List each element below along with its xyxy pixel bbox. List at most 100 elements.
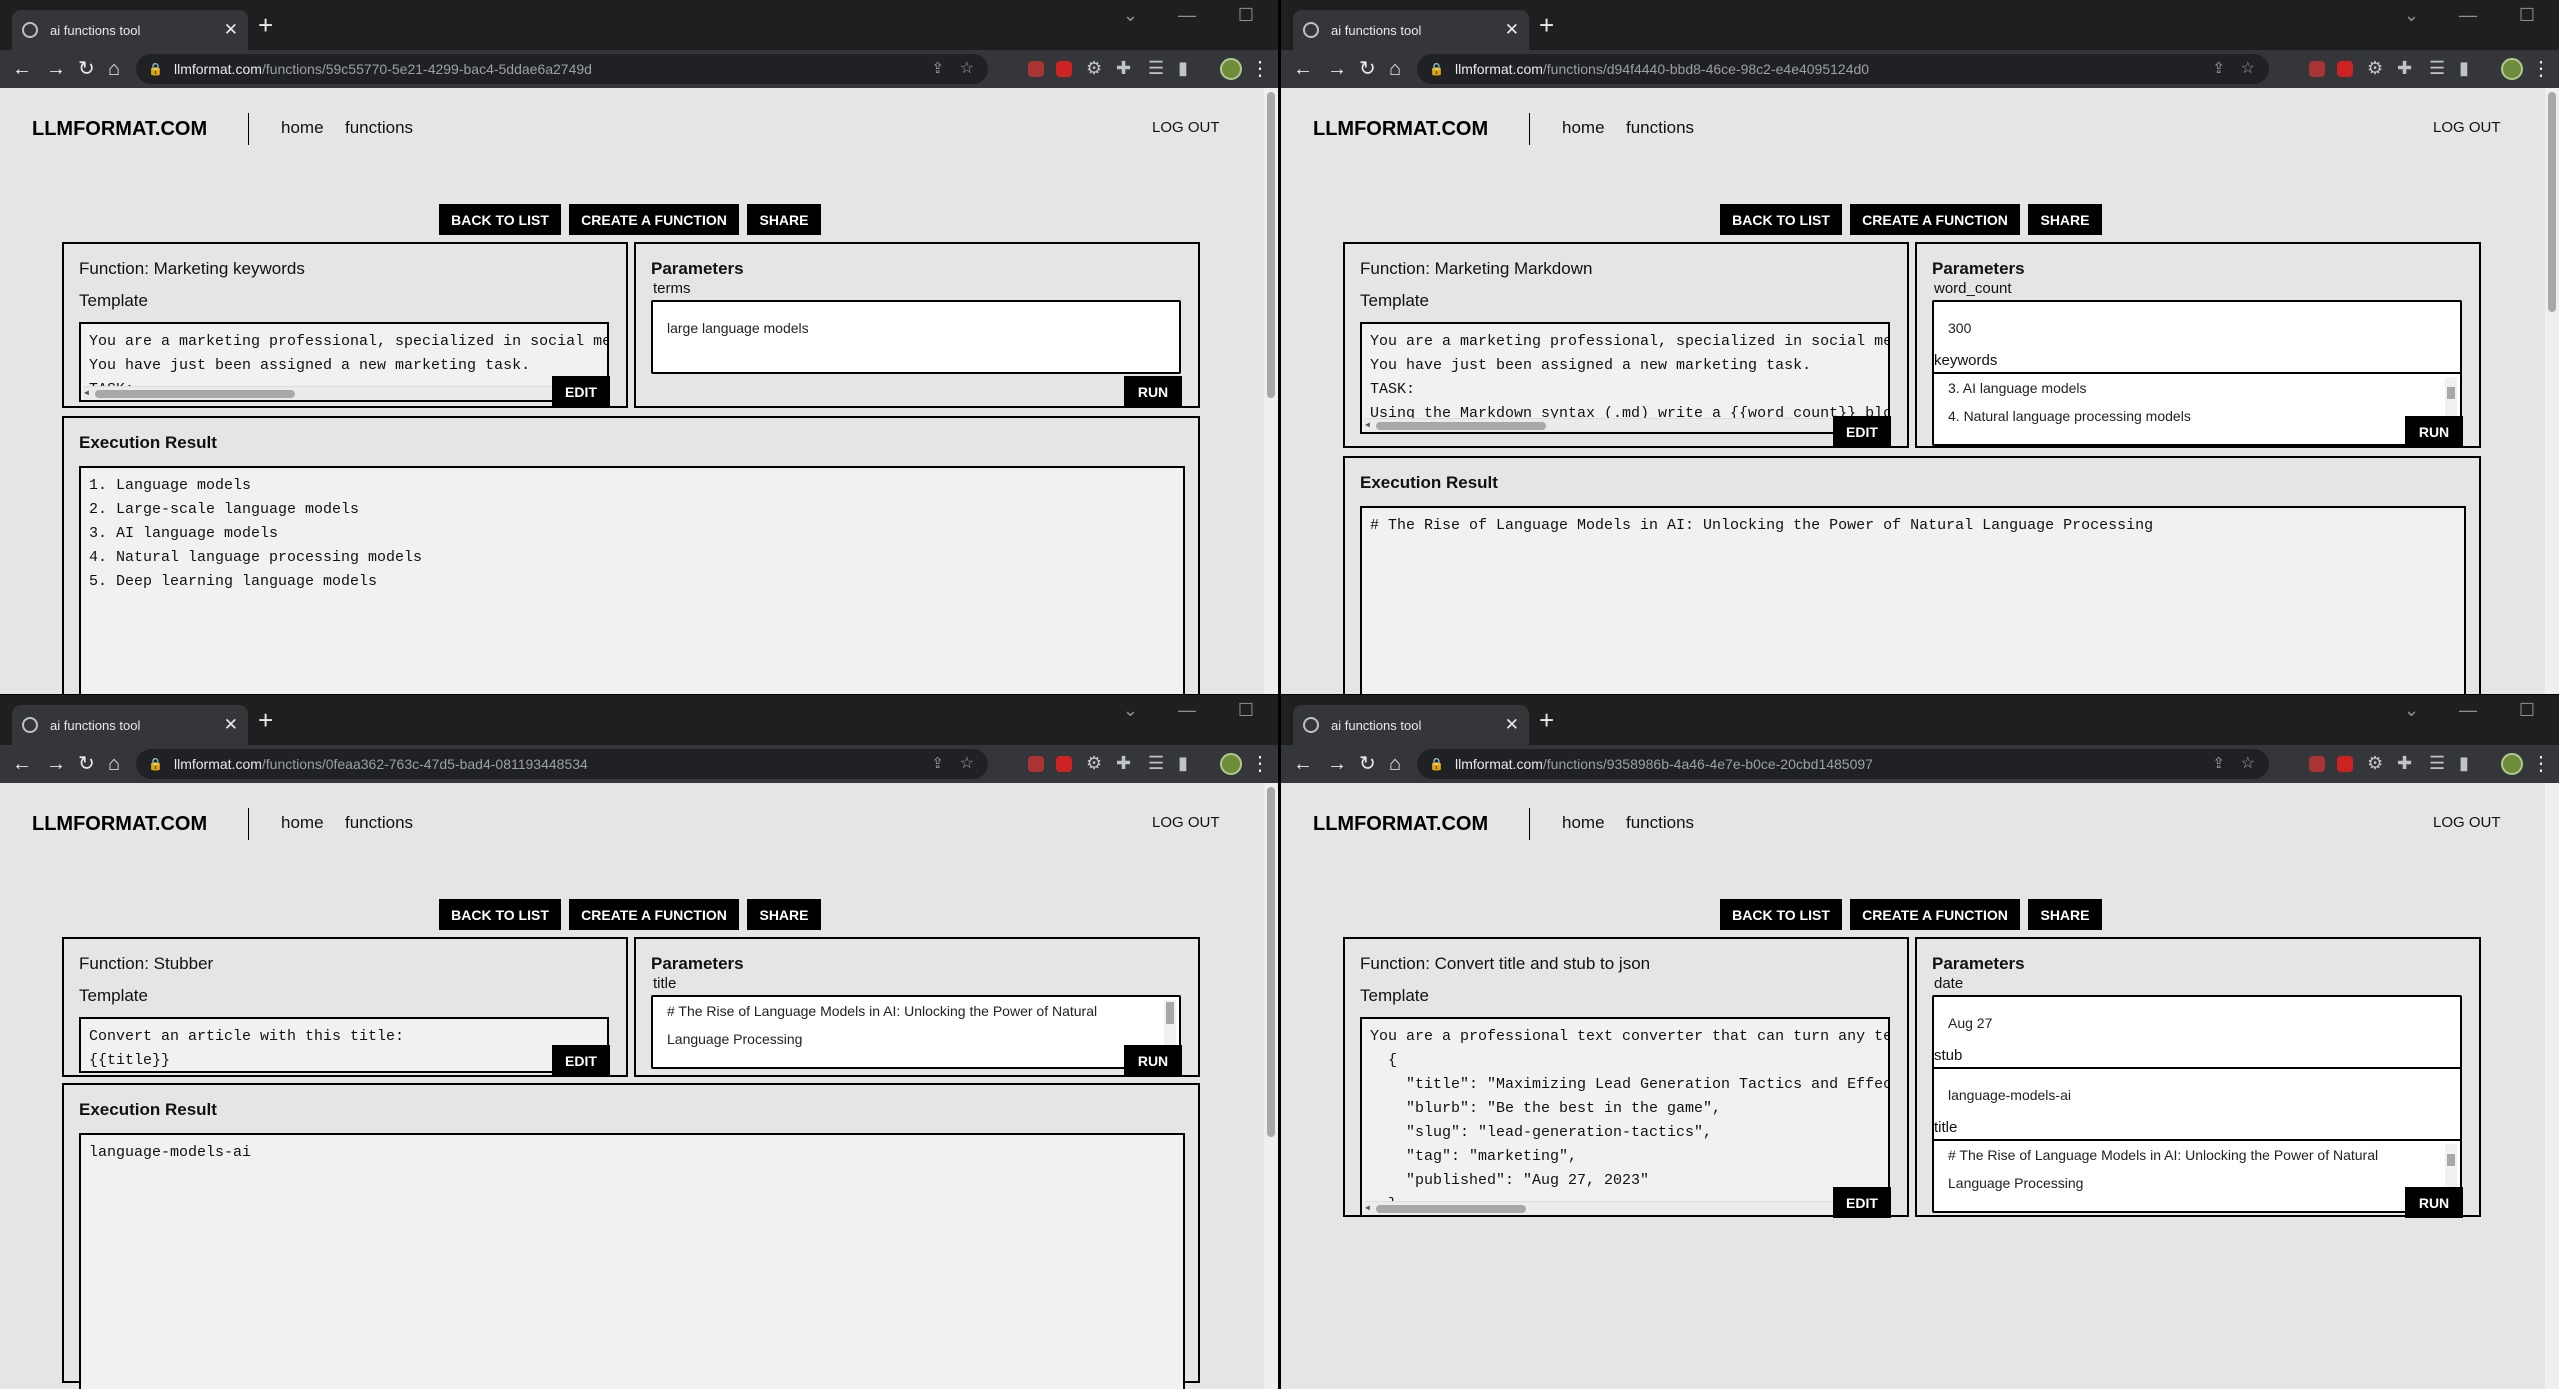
extension-record-icon[interactable] (2337, 61, 2353, 77)
close-tab-icon[interactable]: ✕ (1505, 715, 1519, 735)
logout-link[interactable]: LOG OUT (1152, 814, 1220, 831)
close-tab-icon[interactable]: ✕ (224, 715, 238, 735)
arrow-left-icon[interactable]: ← (1293, 751, 1313, 777)
share-button[interactable]: SHARE (2028, 204, 2102, 235)
extension-gear-icon[interactable]: ⚙ (1086, 57, 1102, 79)
reading-list-icon[interactable]: ☰ (2429, 57, 2445, 79)
home-icon[interactable]: ⌂ (108, 56, 120, 82)
scrollbar-thumb[interactable] (95, 390, 295, 398)
extension-record-icon[interactable] (1056, 756, 1072, 772)
avatar[interactable] (2501, 753, 2523, 775)
chevron-down-icon[interactable]: ⌄ (2404, 5, 2419, 26)
run-button[interactable]: RUN (1124, 1045, 1182, 1076)
edit-button[interactable]: EDIT (552, 376, 610, 407)
create-function-button[interactable]: CREATE A FUNCTION (1850, 899, 2020, 930)
parameter-input[interactable]: language-models-ai (1932, 1067, 2462, 1141)
scrollbar-thumb[interactable] (1376, 1205, 1526, 1213)
scrollbar-thumb[interactable] (2447, 387, 2455, 399)
browser-tab[interactable]: ai functions tool ✕ (12, 705, 248, 745)
back-to-list-button[interactable]: BACK TO LIST (439, 899, 561, 930)
avatar[interactable] (1220, 58, 1242, 80)
scroll-left-icon[interactable]: ◀ (84, 388, 89, 398)
star-icon[interactable]: ☆ (960, 749, 974, 779)
page-scrollbar[interactable] (1264, 783, 1278, 1389)
extensions-puzzle-icon[interactable]: ✚ (1116, 57, 1131, 79)
reload-icon[interactable]: ↻ (78, 751, 95, 777)
edit-button[interactable]: EDIT (1833, 1187, 1891, 1218)
share-button[interactable]: SHARE (747, 204, 821, 235)
reload-icon[interactable]: ↻ (1359, 56, 1376, 82)
address-bar[interactable]: 🔒 llmformat.com/functions/0feaa362-763c-4… (136, 749, 988, 779)
extensions-puzzle-icon[interactable]: ✚ (2397, 752, 2412, 774)
nav-functions-link[interactable]: functions (345, 118, 413, 138)
browser-tab[interactable]: ai functions tool ✕ (12, 10, 248, 50)
site-logo[interactable]: LLMFORMAT.COM (32, 118, 207, 141)
star-icon[interactable]: ☆ (2241, 54, 2255, 84)
scrollbar-thumb[interactable] (2447, 1154, 2455, 1166)
template-box[interactable]: Convert an article with this title: {{tit… (79, 1017, 609, 1073)
extension-gear-icon[interactable]: ⚙ (2367, 57, 2383, 79)
arrow-left-icon[interactable]: ← (1293, 56, 1313, 82)
home-icon[interactable]: ⌂ (108, 751, 120, 777)
back-to-list-button[interactable]: BACK TO LIST (1720, 899, 1842, 930)
kebab-menu-icon[interactable]: ⋮ (1250, 751, 1270, 776)
page-scrollbar[interactable] (2545, 783, 2559, 1389)
minimize-icon[interactable]: — (1178, 700, 1196, 721)
reload-icon[interactable]: ↻ (1359, 751, 1376, 777)
arrow-right-icon[interactable]: → (46, 751, 66, 777)
arrow-right-icon[interactable]: → (46, 56, 66, 82)
scroll-left-icon[interactable]: ◀ (1365, 1203, 1370, 1213)
extension-gear-icon[interactable]: ⚙ (1086, 752, 1102, 774)
extension-gear-icon[interactable]: ⚙ (2367, 752, 2383, 774)
scroll-left-icon[interactable]: ◀ (1365, 420, 1370, 430)
logout-link[interactable]: LOG OUT (1152, 119, 1220, 136)
site-logo[interactable]: LLMFORMAT.COM (1313, 118, 1488, 141)
scrollbar-thumb[interactable] (1376, 422, 1546, 430)
arrow-right-icon[interactable]: → (1327, 56, 1347, 82)
parameter-input[interactable]: Aug 27 (1932, 995, 2462, 1069)
execution-result-box[interactable]: # The Rise of Language Models in AI: Unl… (1360, 506, 2466, 694)
maximize-icon[interactable]: ☐ (2519, 5, 2535, 26)
parameter-input[interactable]: large language models (651, 300, 1181, 374)
close-tab-icon[interactable]: ✕ (224, 20, 238, 40)
extension-ublock-icon[interactable] (2309, 61, 2325, 77)
page-scrollbar[interactable] (2545, 88, 2559, 694)
share-button[interactable]: SHARE (747, 899, 821, 930)
arrow-left-icon[interactable]: ← (12, 751, 32, 777)
share-icon[interactable]: ⇪ (2212, 749, 2225, 779)
reading-list-icon[interactable]: ☰ (1148, 57, 1164, 79)
avatar[interactable] (2501, 58, 2523, 80)
horizontal-scrollbar[interactable]: ◀▶ (83, 386, 605, 400)
address-bar[interactable]: 🔒 llmformat.com/functions/9358986b-4a46-4… (1417, 749, 2269, 779)
extensions-puzzle-icon[interactable]: ✚ (1116, 752, 1131, 774)
parameter-input[interactable]: 300 (1932, 300, 2462, 374)
browser-tab[interactable]: ai functions tool ✕ (1293, 705, 1529, 745)
minimize-icon[interactable]: — (2459, 700, 2477, 721)
arrow-right-icon[interactable]: → (1327, 751, 1347, 777)
reload-icon[interactable]: ↻ (78, 56, 95, 82)
chevron-down-icon[interactable]: ⌄ (1123, 5, 1138, 26)
back-to-list-button[interactable]: BACK TO LIST (439, 204, 561, 235)
nav-functions-link[interactable]: functions (1626, 813, 1694, 833)
logout-link[interactable]: LOG OUT (2433, 814, 2501, 831)
back-to-list-button[interactable]: BACK TO LIST (1720, 204, 1842, 235)
nav-home-link[interactable]: home (281, 813, 324, 833)
edit-button[interactable]: EDIT (1833, 416, 1891, 447)
browser-tab[interactable]: ai functions tool ✕ (1293, 10, 1529, 50)
new-tab-icon[interactable]: + (258, 11, 273, 39)
star-icon[interactable]: ☆ (2241, 749, 2255, 779)
kebab-menu-icon[interactable]: ⋮ (2531, 751, 2551, 776)
side-panel-icon[interactable]: ▮ (2459, 752, 2469, 774)
parameter-input[interactable]: 3. AI language models 4. Natural language… (1932, 372, 2462, 446)
kebab-menu-icon[interactable]: ⋮ (1250, 56, 1270, 81)
minimize-icon[interactable]: — (1178, 5, 1196, 26)
extension-record-icon[interactable] (1056, 61, 1072, 77)
address-bar[interactable]: 🔒 llmformat.com/functions/d94f4440-bbd8-4… (1417, 54, 2269, 84)
extension-record-icon[interactable] (2337, 756, 2353, 772)
address-bar[interactable]: 🔒 llmformat.com/functions/59c55770-5e21-4… (136, 54, 988, 84)
site-logo[interactable]: LLMFORMAT.COM (32, 813, 207, 836)
nav-home-link[interactable]: home (1562, 813, 1605, 833)
side-panel-icon[interactable]: ▮ (2459, 57, 2469, 79)
run-button[interactable]: RUN (2405, 416, 2463, 447)
chevron-down-icon[interactable]: ⌄ (2404, 700, 2419, 721)
